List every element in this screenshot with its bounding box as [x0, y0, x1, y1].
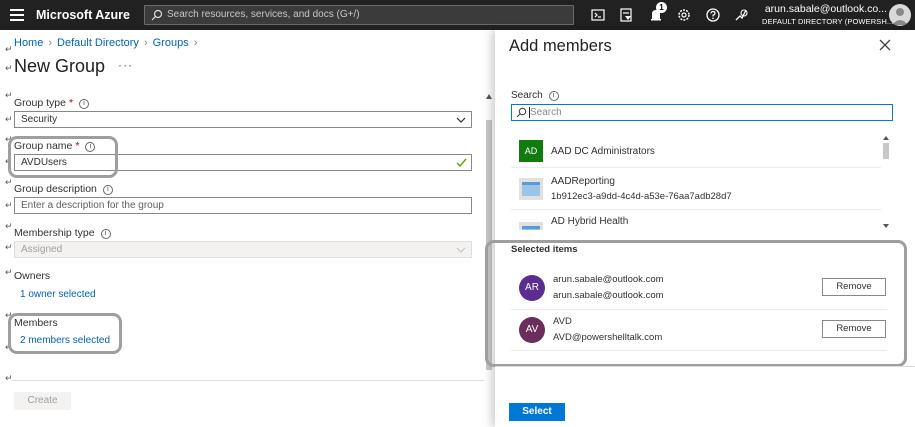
membership-type-label: Membership type i	[14, 227, 111, 239]
cloud-shell-icon[interactable]	[588, 5, 608, 25]
blade-footer-divider	[495, 366, 915, 367]
footer-divider	[12, 380, 484, 381]
info-icon[interactable]: i	[100, 229, 111, 239]
feedback-icon[interactable]	[731, 5, 751, 25]
group-description-label: Group description i	[14, 183, 113, 195]
chevron-right-icon: ›	[48, 37, 53, 49]
search-icon	[516, 107, 527, 118]
paragraph-mark: ↵	[5, 177, 13, 187]
select-button[interactable]: Select	[509, 403, 565, 421]
info-icon[interactable]: i	[102, 185, 113, 195]
member-search-input[interactable]: Search	[511, 104, 893, 121]
paragraph-mark: ↵	[5, 200, 13, 210]
results-scrollbar[interactable]	[881, 134, 891, 230]
result-name: AD Hybrid Health	[551, 216, 629, 227]
breadcrumb-default-directory[interactable]: Default Directory	[57, 37, 139, 49]
global-search-input[interactable]: Search resources, services, and docs (G+…	[144, 5, 574, 25]
breadcrumb-home[interactable]: Home	[14, 37, 43, 49]
blade-title: Add members	[509, 37, 612, 55]
paragraph-mark: ↵	[5, 267, 13, 277]
list-item[interactable]: AADReporting 1b912ec3-a9dd-4c4d-a53e-76a…	[511, 168, 881, 210]
highlight-ring	[485, 240, 907, 367]
chevron-down-icon	[456, 117, 466, 123]
info-icon[interactable]: i	[79, 99, 90, 109]
paragraph-mark: ↵	[5, 90, 13, 100]
list-item[interactable]: AD AAD DC Administrators	[511, 134, 881, 168]
more-options-icon[interactable]: ···	[118, 58, 133, 72]
search-results-list: AD AAD DC Administrators AADReporting 1b…	[511, 134, 881, 230]
chevron-right-icon: ›	[193, 37, 198, 49]
breadcrumb-groups[interactable]: Groups	[153, 37, 189, 49]
notification-badge: 1	[656, 2, 667, 13]
highlight-ring	[8, 313, 122, 354]
bell-icon[interactable]: 1	[646, 2, 667, 25]
owners-link[interactable]: 1 owner selected	[20, 289, 96, 300]
result-name: AAD DC Administrators	[551, 146, 655, 157]
search-icon	[151, 9, 163, 21]
group-type-select[interactable]: Security	[14, 111, 472, 128]
close-icon[interactable]	[879, 39, 891, 51]
search-label: Search i	[511, 90, 559, 101]
scrollbar-thumb[interactable]	[883, 143, 889, 159]
paragraph-mark: ↵	[5, 44, 13, 54]
account-email: arun.sabale@outlook.co...	[764, 3, 887, 15]
paragraph-mark: ↵	[5, 114, 13, 124]
breadcrumb: Home › Default Directory › Groups ›	[14, 37, 202, 49]
add-members-blade: Add members Search i Search AD AAD DC Adm…	[485, 30, 915, 427]
checkmark-icon	[456, 158, 467, 168]
group-icon	[519, 178, 543, 200]
scroll-up-icon[interactable]	[883, 136, 889, 140]
member-search-placeholder: Search	[530, 107, 562, 118]
owners-label: Owners	[14, 270, 51, 282]
brand-title[interactable]: Microsoft Azure	[36, 0, 130, 30]
top-bar: Microsoft Azure Search resources, servic…	[0, 0, 915, 30]
result-id: 1b912ec3-a9dd-4c4d-a53e-76aa7adb28d7	[551, 191, 732, 202]
account-menu[interactable]: arun.sabale@outlook.co... DEFAULT DIRECT…	[762, 3, 894, 27]
gear-icon[interactable]	[674, 5, 694, 25]
create-button: Create	[14, 392, 71, 410]
account-directory: DEFAULT DIRECTORY (POWERSH...	[762, 17, 894, 26]
page-title: New Group	[14, 56, 106, 76]
group-description-input[interactable]: Enter a description for the group	[14, 197, 472, 214]
paragraph-mark: ↵	[5, 373, 13, 383]
membership-type-select: Assigned	[14, 241, 472, 258]
required-mark: *	[68, 97, 74, 109]
paragraph-mark: ↵	[5, 242, 13, 252]
group-type-label: Group type * i	[14, 97, 90, 109]
directory-filter-icon[interactable]	[616, 5, 636, 25]
scroll-up-icon[interactable]	[486, 94, 492, 99]
account-avatar[interactable]	[889, 4, 911, 26]
global-search-placeholder: Search resources, services, and docs (G+…	[167, 9, 360, 20]
paragraph-mark: ↵	[5, 63, 13, 73]
result-name: AADReporting	[551, 176, 615, 187]
new-group-page: ↵ ↵ ↵ ↵ ↵ ↵ ↵ ↵ ↵ ↵ ↵ ↵ ↵ ↵ Home › Default…	[0, 30, 495, 427]
highlight-ring	[8, 136, 118, 178]
help-icon[interactable]	[703, 5, 723, 25]
paragraph-mark: ↵	[5, 221, 13, 231]
chevron-right-icon: ›	[143, 37, 148, 49]
group-icon	[519, 222, 543, 230]
chevron-down-icon	[456, 247, 466, 253]
list-item[interactable]: AD Hybrid Health	[511, 210, 881, 230]
hamburger-icon[interactable]	[8, 6, 26, 24]
info-icon[interactable]: i	[548, 91, 559, 101]
scroll-down-icon[interactable]	[883, 224, 889, 228]
group-tile: AD	[519, 140, 543, 162]
